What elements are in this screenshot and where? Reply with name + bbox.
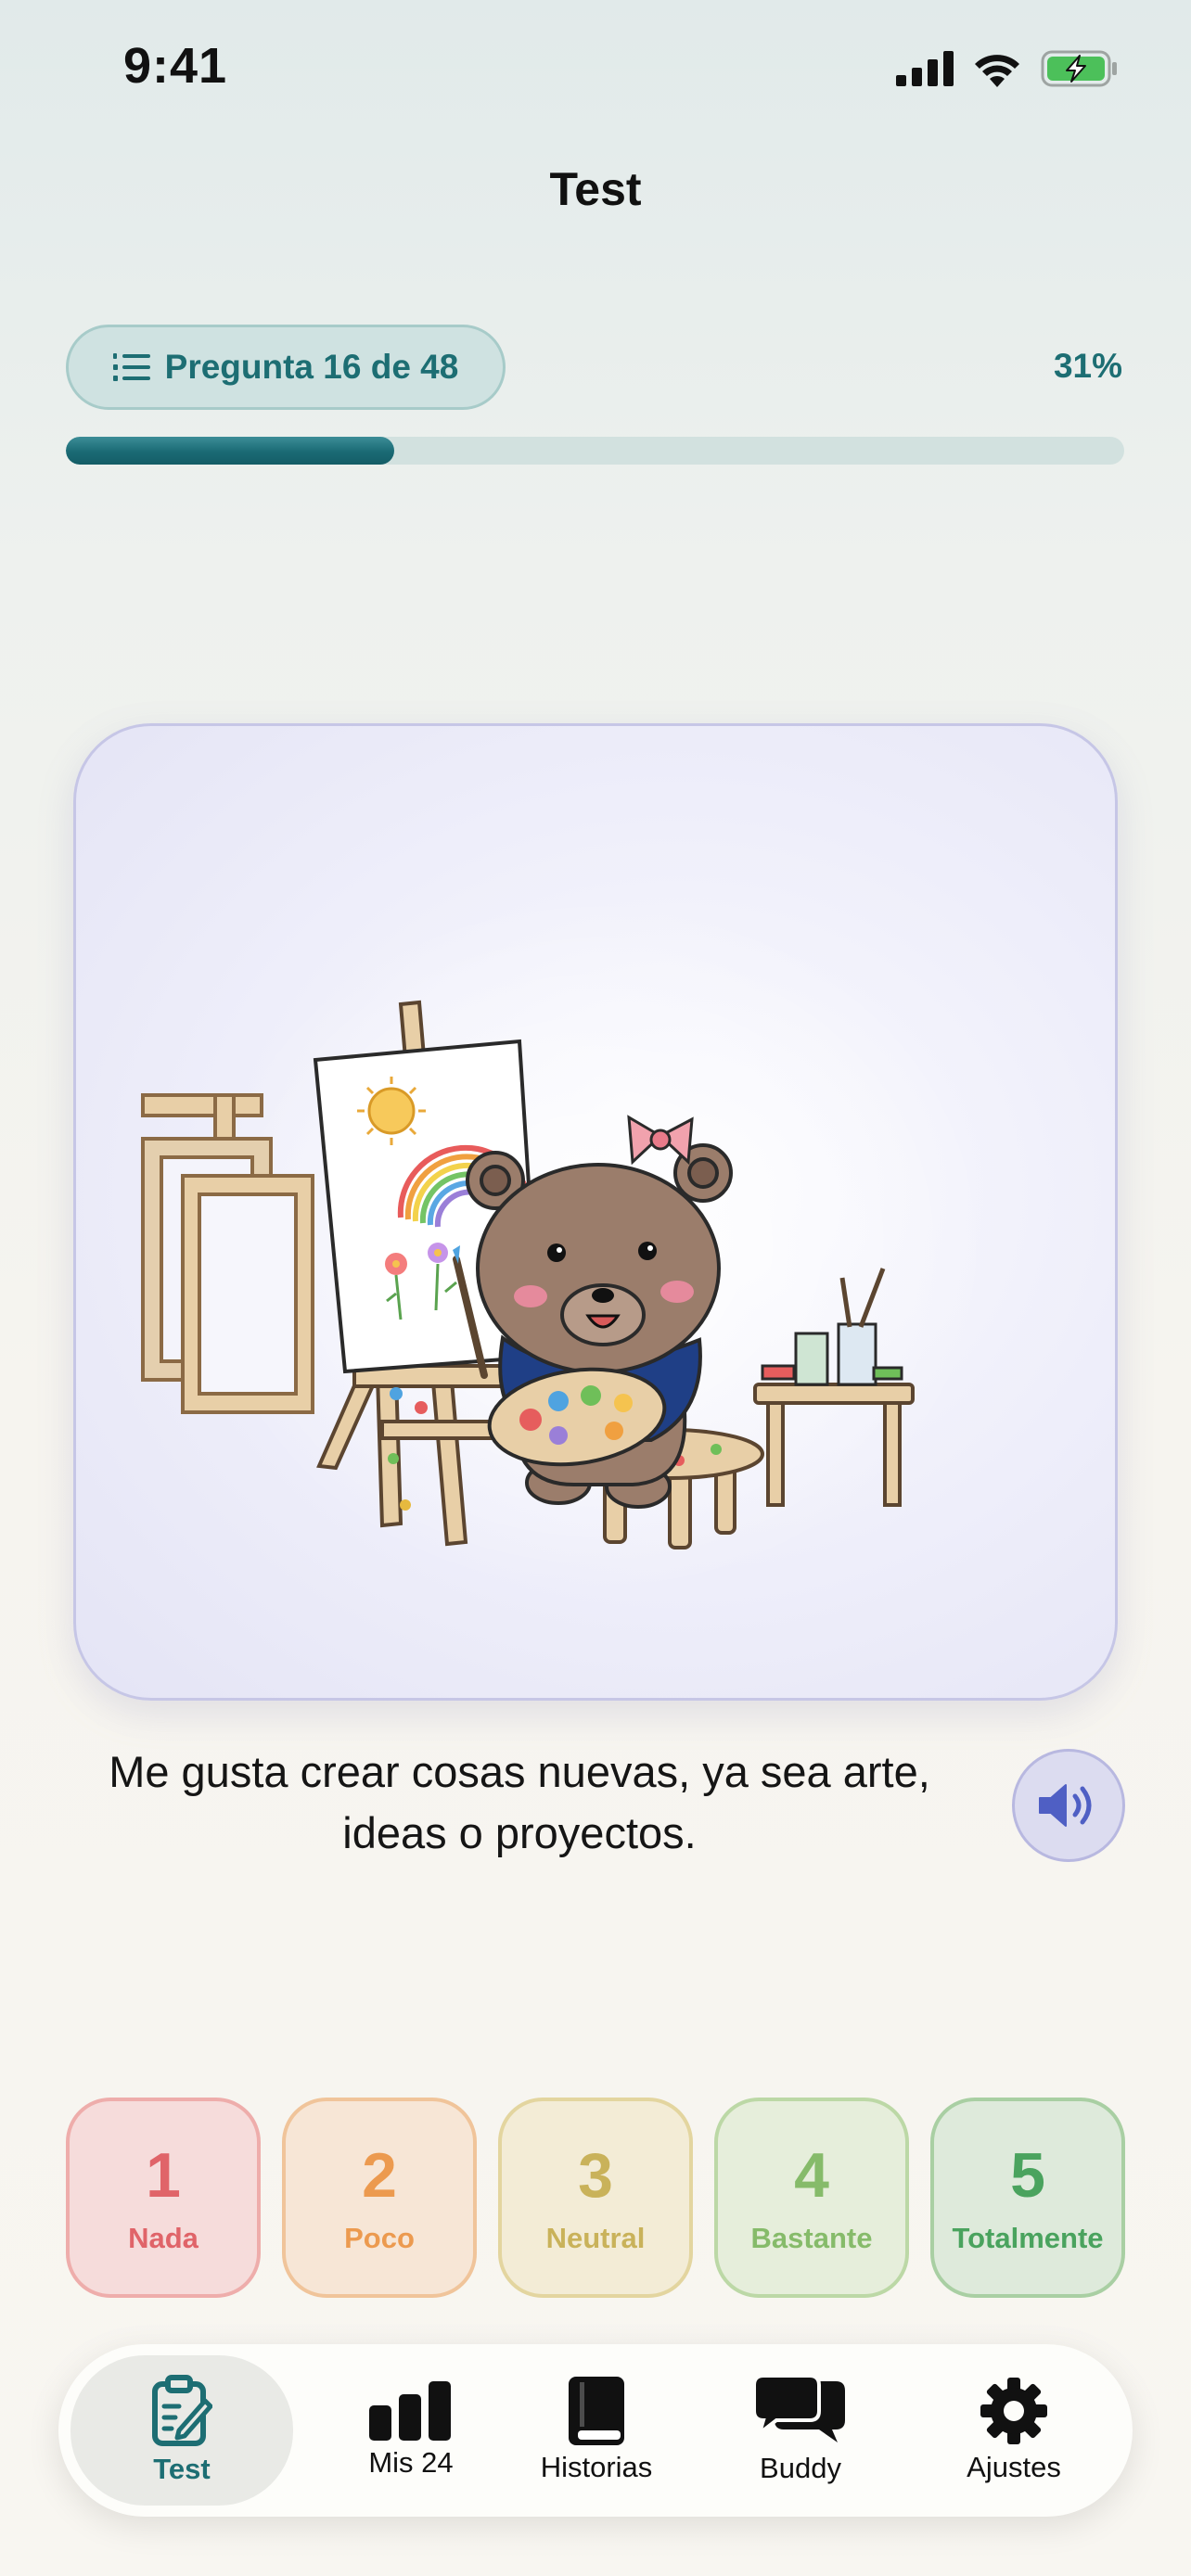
cellular-signal-icon <box>896 51 954 86</box>
question-counter-label: Pregunta 16 de 48 <box>164 348 459 386</box>
tab-label: Mis 24 <box>368 2446 454 2479</box>
answer-value: 3 <box>578 2140 613 2211</box>
answer-label: Poco <box>344 2222 415 2254</box>
book-icon <box>569 2377 624 2445</box>
tab-label: Buddy <box>760 2452 841 2484</box>
tab-mis-24[interactable]: Mis 24 <box>318 2344 504 2517</box>
answer-value: 4 <box>794 2140 829 2211</box>
answer-option-2[interactable]: 2 Poco <box>282 2098 477 2298</box>
answer-option-3[interactable]: 3 Neutral <box>498 2098 693 2298</box>
tab-test[interactable]: Test <box>70 2355 293 2506</box>
status-bar: 9:41 <box>0 0 1191 139</box>
answer-value: 1 <box>146 2140 181 2211</box>
wifi-icon <box>975 55 1019 87</box>
answer-option-4[interactable]: 4 Bastante <box>714 2098 909 2298</box>
answer-scale: 1 Nada 2 Poco 3 Neutral 4 Bastante 5 Tot… <box>66 2098 1125 2298</box>
tab-label: Ajustes <box>967 2451 1061 2483</box>
status-icons <box>896 43 1117 95</box>
answer-label: Nada <box>128 2222 198 2254</box>
progress-fill <box>66 437 394 465</box>
speaker-icon <box>1039 1784 1092 1827</box>
page-title: Test <box>549 163 642 215</box>
painting-bear-illustration <box>141 893 994 1598</box>
tab-buddy[interactable]: Buddy <box>708 2344 893 2517</box>
answer-label: Neutral <box>545 2222 646 2254</box>
answer-option-5[interactable]: 5 Totalmente <box>930 2098 1125 2298</box>
tab-label: Historias <box>540 2451 653 2483</box>
chat-bubbles-icon <box>752 2376 845 2442</box>
progress-bar <box>66 437 1124 465</box>
gear-icon <box>980 2378 1047 2444</box>
answer-label: Bastante <box>750 2222 873 2254</box>
battery-charging-icon <box>1041 50 1117 87</box>
question-counter-badge: Pregunta 16 de 48 <box>66 325 506 410</box>
bar-chart-icon <box>369 2381 451 2441</box>
tab-label: Test <box>153 2453 211 2485</box>
tab-ajustes[interactable]: Ajustes <box>912 2344 1116 2517</box>
answer-label: Totalmente <box>952 2222 1104 2254</box>
progress-percent: 31% <box>1053 347 1122 385</box>
question-text: Me gusta crear cosas nuevas, ya sea arte… <box>109 1747 930 1857</box>
read-aloud-button[interactable] <box>1012 1749 1125 1862</box>
bottom-tab-bar: Test Mis 24 Historias Buddy Ajustes <box>58 2344 1133 2517</box>
question-illustration <box>73 723 1118 1701</box>
status-time: 9:41 <box>123 38 228 94</box>
answer-value: 5 <box>1010 2140 1045 2211</box>
numbered-list-icon <box>112 353 150 381</box>
answer-option-1[interactable]: 1 Nada <box>66 2098 261 2298</box>
clipboard-pencil-icon <box>152 2375 212 2446</box>
answer-value: 2 <box>362 2140 397 2211</box>
tab-historias[interactable]: Historias <box>504 2344 689 2517</box>
